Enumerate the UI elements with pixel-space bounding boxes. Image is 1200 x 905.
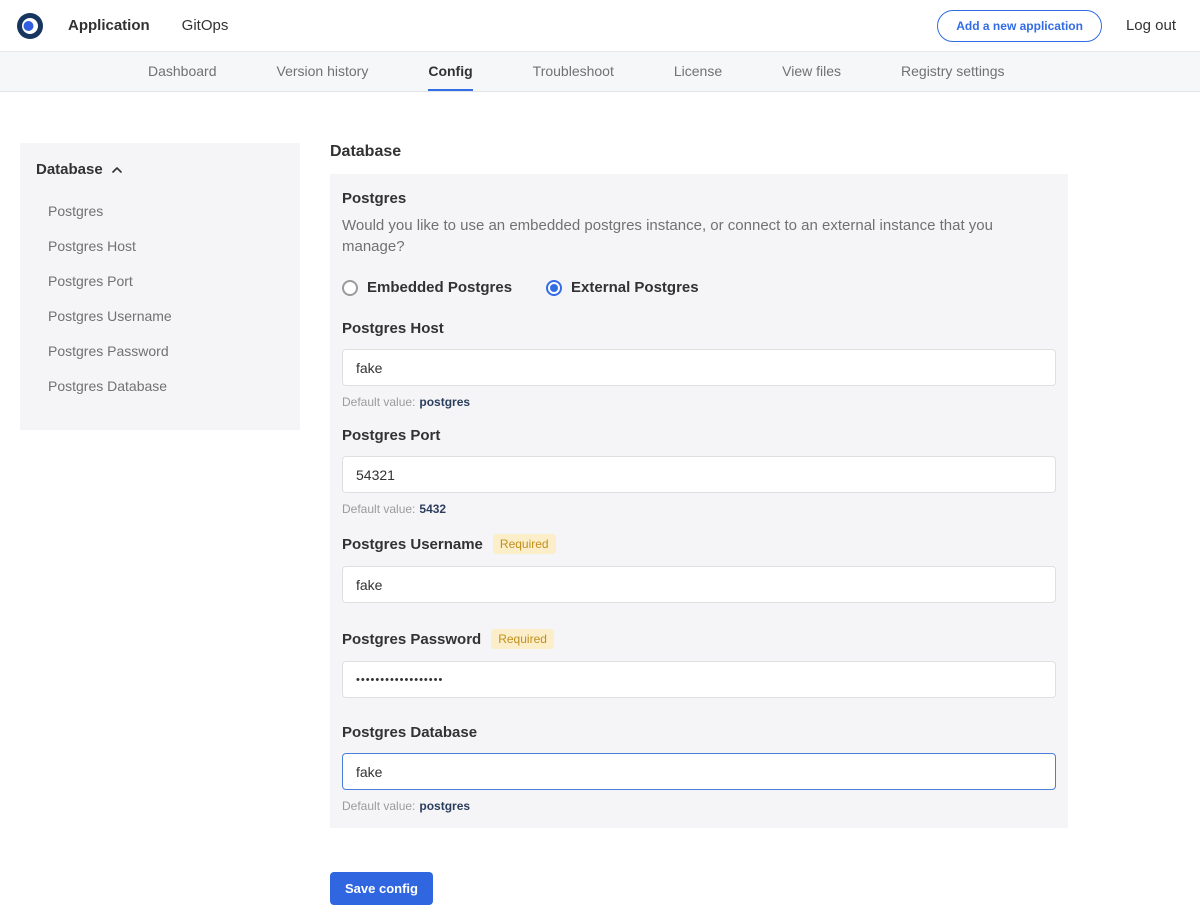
- config-sidebar: Database Postgres Postgres Host Postgres…: [20, 143, 300, 430]
- radio-embedded-postgres[interactable]: Embedded Postgres: [342, 279, 512, 296]
- default-value-prefix: Default value:: [342, 799, 415, 813]
- content-area: Database Postgres Postgres Host Postgres…: [0, 92, 1200, 905]
- default-value-line: Default value: postgres: [342, 799, 1056, 813]
- sidebar-group-database[interactable]: Database: [20, 161, 300, 178]
- chevron-up-icon: [111, 161, 123, 178]
- field-postgres-username: Postgres Username Required: [342, 534, 1056, 603]
- tab-troubleshoot[interactable]: Troubleshoot: [533, 52, 614, 91]
- field-label: Postgres Password: [342, 631, 481, 648]
- default-value: postgres: [419, 799, 470, 813]
- save-config-button[interactable]: Save config: [330, 872, 433, 905]
- required-badge: Required: [491, 629, 554, 649]
- database-config-group: Postgres Would you like to use an embedd…: [330, 174, 1068, 828]
- postgres-host-input[interactable]: [342, 349, 1056, 386]
- radio-unchecked-icon[interactable]: [342, 280, 358, 296]
- radio-label: Embedded Postgres: [367, 279, 512, 296]
- radio-external-postgres[interactable]: External Postgres: [546, 279, 699, 296]
- postgres-username-input[interactable]: [342, 566, 1056, 603]
- radio-label: External Postgres: [571, 279, 699, 296]
- top-nav: Application GitOps: [68, 17, 228, 34]
- tab-license[interactable]: License: [674, 52, 722, 91]
- field-postgres-port: Postgres Port Default value: 5432: [342, 427, 1056, 516]
- default-value-prefix: Default value:: [342, 395, 415, 409]
- section-title: Database: [330, 143, 1068, 161]
- default-value: 5432: [419, 502, 446, 516]
- app-logo-icon: [16, 12, 44, 40]
- field-postgres-database: Postgres Database Default value: postgres: [342, 724, 1056, 813]
- sidebar-item-postgres-username[interactable]: Postgres Username: [20, 299, 300, 334]
- sidebar-item-postgres-host[interactable]: Postgres Host: [20, 229, 300, 264]
- tab-registry-settings[interactable]: Registry settings: [901, 52, 1004, 91]
- sidebar-item-list: Postgres Postgres Host Postgres Port Pos…: [20, 194, 300, 404]
- top-bar-actions: Add a new application Log out: [937, 10, 1176, 42]
- default-value-line: Default value: postgres: [342, 395, 1056, 409]
- postgres-radio-group: Embedded Postgres External Postgres: [342, 279, 1056, 296]
- top-bar: Application GitOps Add a new application…: [0, 0, 1200, 52]
- top-tab-application[interactable]: Application: [68, 17, 150, 34]
- radio-checked-icon[interactable]: [546, 280, 562, 296]
- sidebar-item-postgres[interactable]: Postgres: [20, 194, 300, 229]
- tab-dashboard[interactable]: Dashboard: [148, 52, 217, 91]
- postgres-database-input[interactable]: [342, 753, 1056, 790]
- tab-version-history[interactable]: Version history: [277, 52, 369, 91]
- postgres-group-label: Postgres: [342, 190, 1056, 207]
- default-value: postgres: [419, 395, 470, 409]
- field-postgres-password: Postgres Password Required: [342, 629, 1056, 698]
- app-subnav: Dashboard Version history Config Trouble…: [0, 52, 1200, 92]
- field-postgres-host: Postgres Host Default value: postgres: [342, 320, 1056, 409]
- default-value-prefix: Default value:: [342, 502, 415, 516]
- add-new-application-button[interactable]: Add a new application: [937, 10, 1102, 42]
- tab-config[interactable]: Config: [428, 52, 472, 91]
- postgres-port-input[interactable]: [342, 456, 1056, 493]
- field-label: Postgres Database: [342, 724, 477, 741]
- postgres-password-input[interactable]: [342, 661, 1056, 698]
- sidebar-item-postgres-port[interactable]: Postgres Port: [20, 264, 300, 299]
- sidebar-item-postgres-database[interactable]: Postgres Database: [20, 369, 300, 404]
- config-main: Database Postgres Would you like to use …: [330, 143, 1068, 905]
- required-badge: Required: [493, 534, 556, 554]
- sidebar-item-postgres-password[interactable]: Postgres Password: [20, 334, 300, 369]
- logout-link[interactable]: Log out: [1126, 17, 1176, 34]
- sidebar-group-label: Database: [36, 161, 103, 178]
- default-value-line: Default value: 5432: [342, 502, 1056, 516]
- top-tab-gitops[interactable]: GitOps: [182, 17, 229, 34]
- field-label: Postgres Port: [342, 427, 440, 444]
- field-label: Postgres Username: [342, 536, 483, 553]
- field-label: Postgres Host: [342, 320, 444, 337]
- tab-view-files[interactable]: View files: [782, 52, 841, 91]
- postgres-help-text: Would you like to use an embedded postgr…: [342, 215, 1056, 257]
